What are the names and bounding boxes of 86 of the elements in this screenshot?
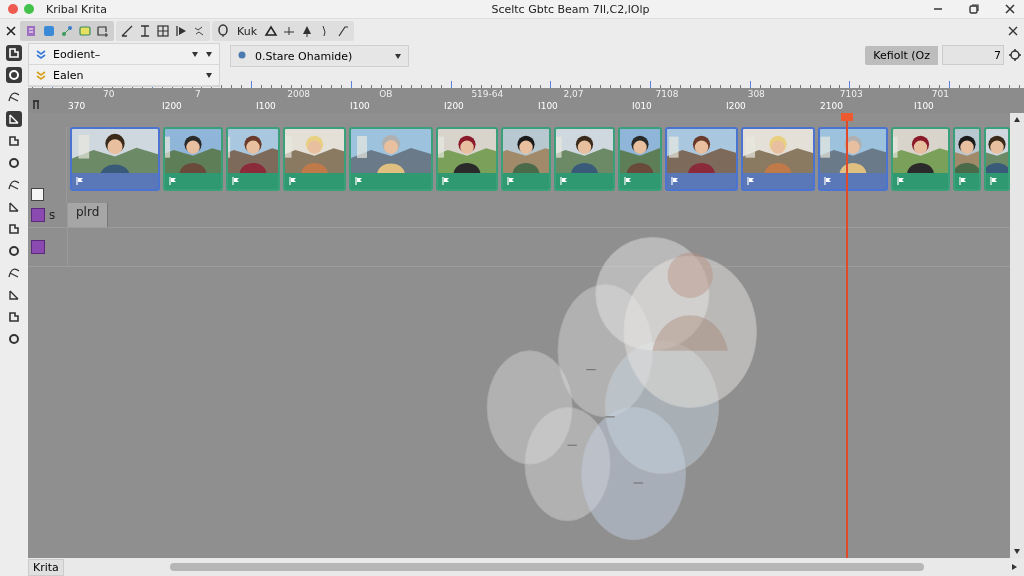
settings-icon[interactable] [1008, 48, 1022, 62]
brush-icon[interactable] [120, 24, 134, 38]
clip-thumbnail[interactable] [891, 127, 950, 191]
keyframe-icon [441, 176, 451, 186]
keyframe-icon [231, 176, 241, 186]
ruler-label: 70 [103, 88, 116, 100]
ruler-label: I200 [726, 100, 747, 112]
clip-thumbnail[interactable] [665, 127, 738, 191]
clip-thumbnail[interactable] [163, 127, 223, 191]
ruler-label: 7 [195, 88, 202, 100]
circle-tool-icon[interactable] [6, 67, 22, 83]
keyframe-icon [354, 176, 364, 186]
ruler-label: 7108 [655, 88, 680, 100]
play-icon[interactable] [174, 24, 188, 38]
layer-name: s [49, 208, 56, 222]
keyframe-icon [989, 176, 999, 186]
keyframe-icon [288, 176, 298, 186]
keyframe-icon [168, 176, 178, 186]
window-title: Sceltc Gbtc Beam 7Il,C2,lOlp [490, 2, 651, 16]
ruler-label: OB [379, 88, 394, 100]
ruler-label: I200 [444, 100, 465, 112]
ruler-label: I100 [538, 100, 559, 112]
lasso-icon[interactable] [216, 24, 230, 38]
brush-preset-icon [35, 69, 47, 81]
triangle-icon[interactable] [264, 24, 278, 38]
clip-thumbnail[interactable] [501, 127, 551, 191]
brush-preset-icon [35, 48, 47, 60]
keyframe-icon [823, 176, 833, 186]
scroll-up-icon[interactable] [1013, 116, 1021, 124]
ruler-label: I010 [632, 100, 653, 112]
clip-thumbnail[interactable] [618, 127, 662, 191]
ruler-label: 7103 [839, 88, 864, 100]
track-toggle-icon[interactable] [31, 188, 44, 201]
keyframe-icon [506, 176, 516, 186]
text-icon[interactable] [138, 24, 152, 38]
keyframe-icon [623, 176, 633, 186]
close-icon[interactable] [4, 24, 18, 38]
ruler-label: 2,07 [563, 88, 585, 100]
clip-thumbnail[interactable] [349, 127, 433, 191]
close-dot[interactable] [8, 4, 18, 14]
ruler-label: I100 [350, 100, 371, 112]
ruler-label: I200 [162, 100, 183, 112]
restore-icon[interactable] [968, 3, 980, 15]
clip-thumbnail[interactable] [436, 127, 498, 191]
playhead-handle[interactable] [841, 113, 853, 121]
layer-dropdown[interactable]: 0.Stare Ohamide) [230, 45, 409, 67]
keyframe-icon [958, 176, 968, 186]
clip-thumbnail[interactable] [283, 127, 346, 191]
caret-icon [205, 71, 213, 79]
frame-label: Kefiolt (Oz [865, 45, 938, 65]
nodes-icon[interactable] [60, 24, 74, 38]
scroll-right-icon[interactable] [1010, 563, 1018, 571]
ruler-label: 370 [68, 100, 87, 112]
bars-icon [32, 100, 40, 110]
grid-icon[interactable] [156, 24, 170, 38]
keyframe-icon [559, 176, 569, 186]
app-name: Kribal Krita [46, 2, 107, 16]
selection-icon[interactable] [96, 24, 110, 38]
scroll-down-icon[interactable] [1013, 547, 1021, 555]
ruler-label: I100 [914, 100, 935, 112]
keyframe-icon [746, 176, 756, 186]
clip-thumbnail[interactable] [70, 127, 160, 191]
ruler-label: 2008 [287, 88, 312, 100]
close-icon[interactable] [1004, 3, 1016, 15]
ruler-label: I100 [256, 100, 277, 112]
ruler-label: 308 [747, 88, 766, 100]
close-icon[interactable] [1006, 24, 1020, 38]
clip-thumbnail[interactable] [818, 127, 888, 191]
zoom-dot[interactable] [24, 4, 34, 14]
toolbar-label[interactable]: Kuk [234, 24, 260, 38]
clip-thumbnail[interactable] [226, 127, 280, 191]
frame-input-field[interactable]: 7 [942, 45, 1004, 65]
keyframe-icon [75, 176, 85, 186]
clip-thumbnail[interactable] [554, 127, 615, 191]
clip-thumbnail[interactable] [741, 127, 815, 191]
layer-tab[interactable]: plrd [68, 203, 109, 227]
scrollbar-thumb[interactable] [169, 563, 924, 571]
keyframe-icon [896, 176, 906, 186]
status-label: Krita [28, 558, 64, 576]
ruler-label: 701 [931, 88, 951, 100]
keyframe-icon [670, 176, 680, 186]
ruler-label: 2100 [820, 100, 844, 112]
clip-thumbnail[interactable] [953, 127, 981, 191]
caret-icon [394, 52, 402, 60]
clip-thumbnail[interactable] [984, 127, 1010, 191]
ruler-label: 519-64 [471, 88, 505, 100]
